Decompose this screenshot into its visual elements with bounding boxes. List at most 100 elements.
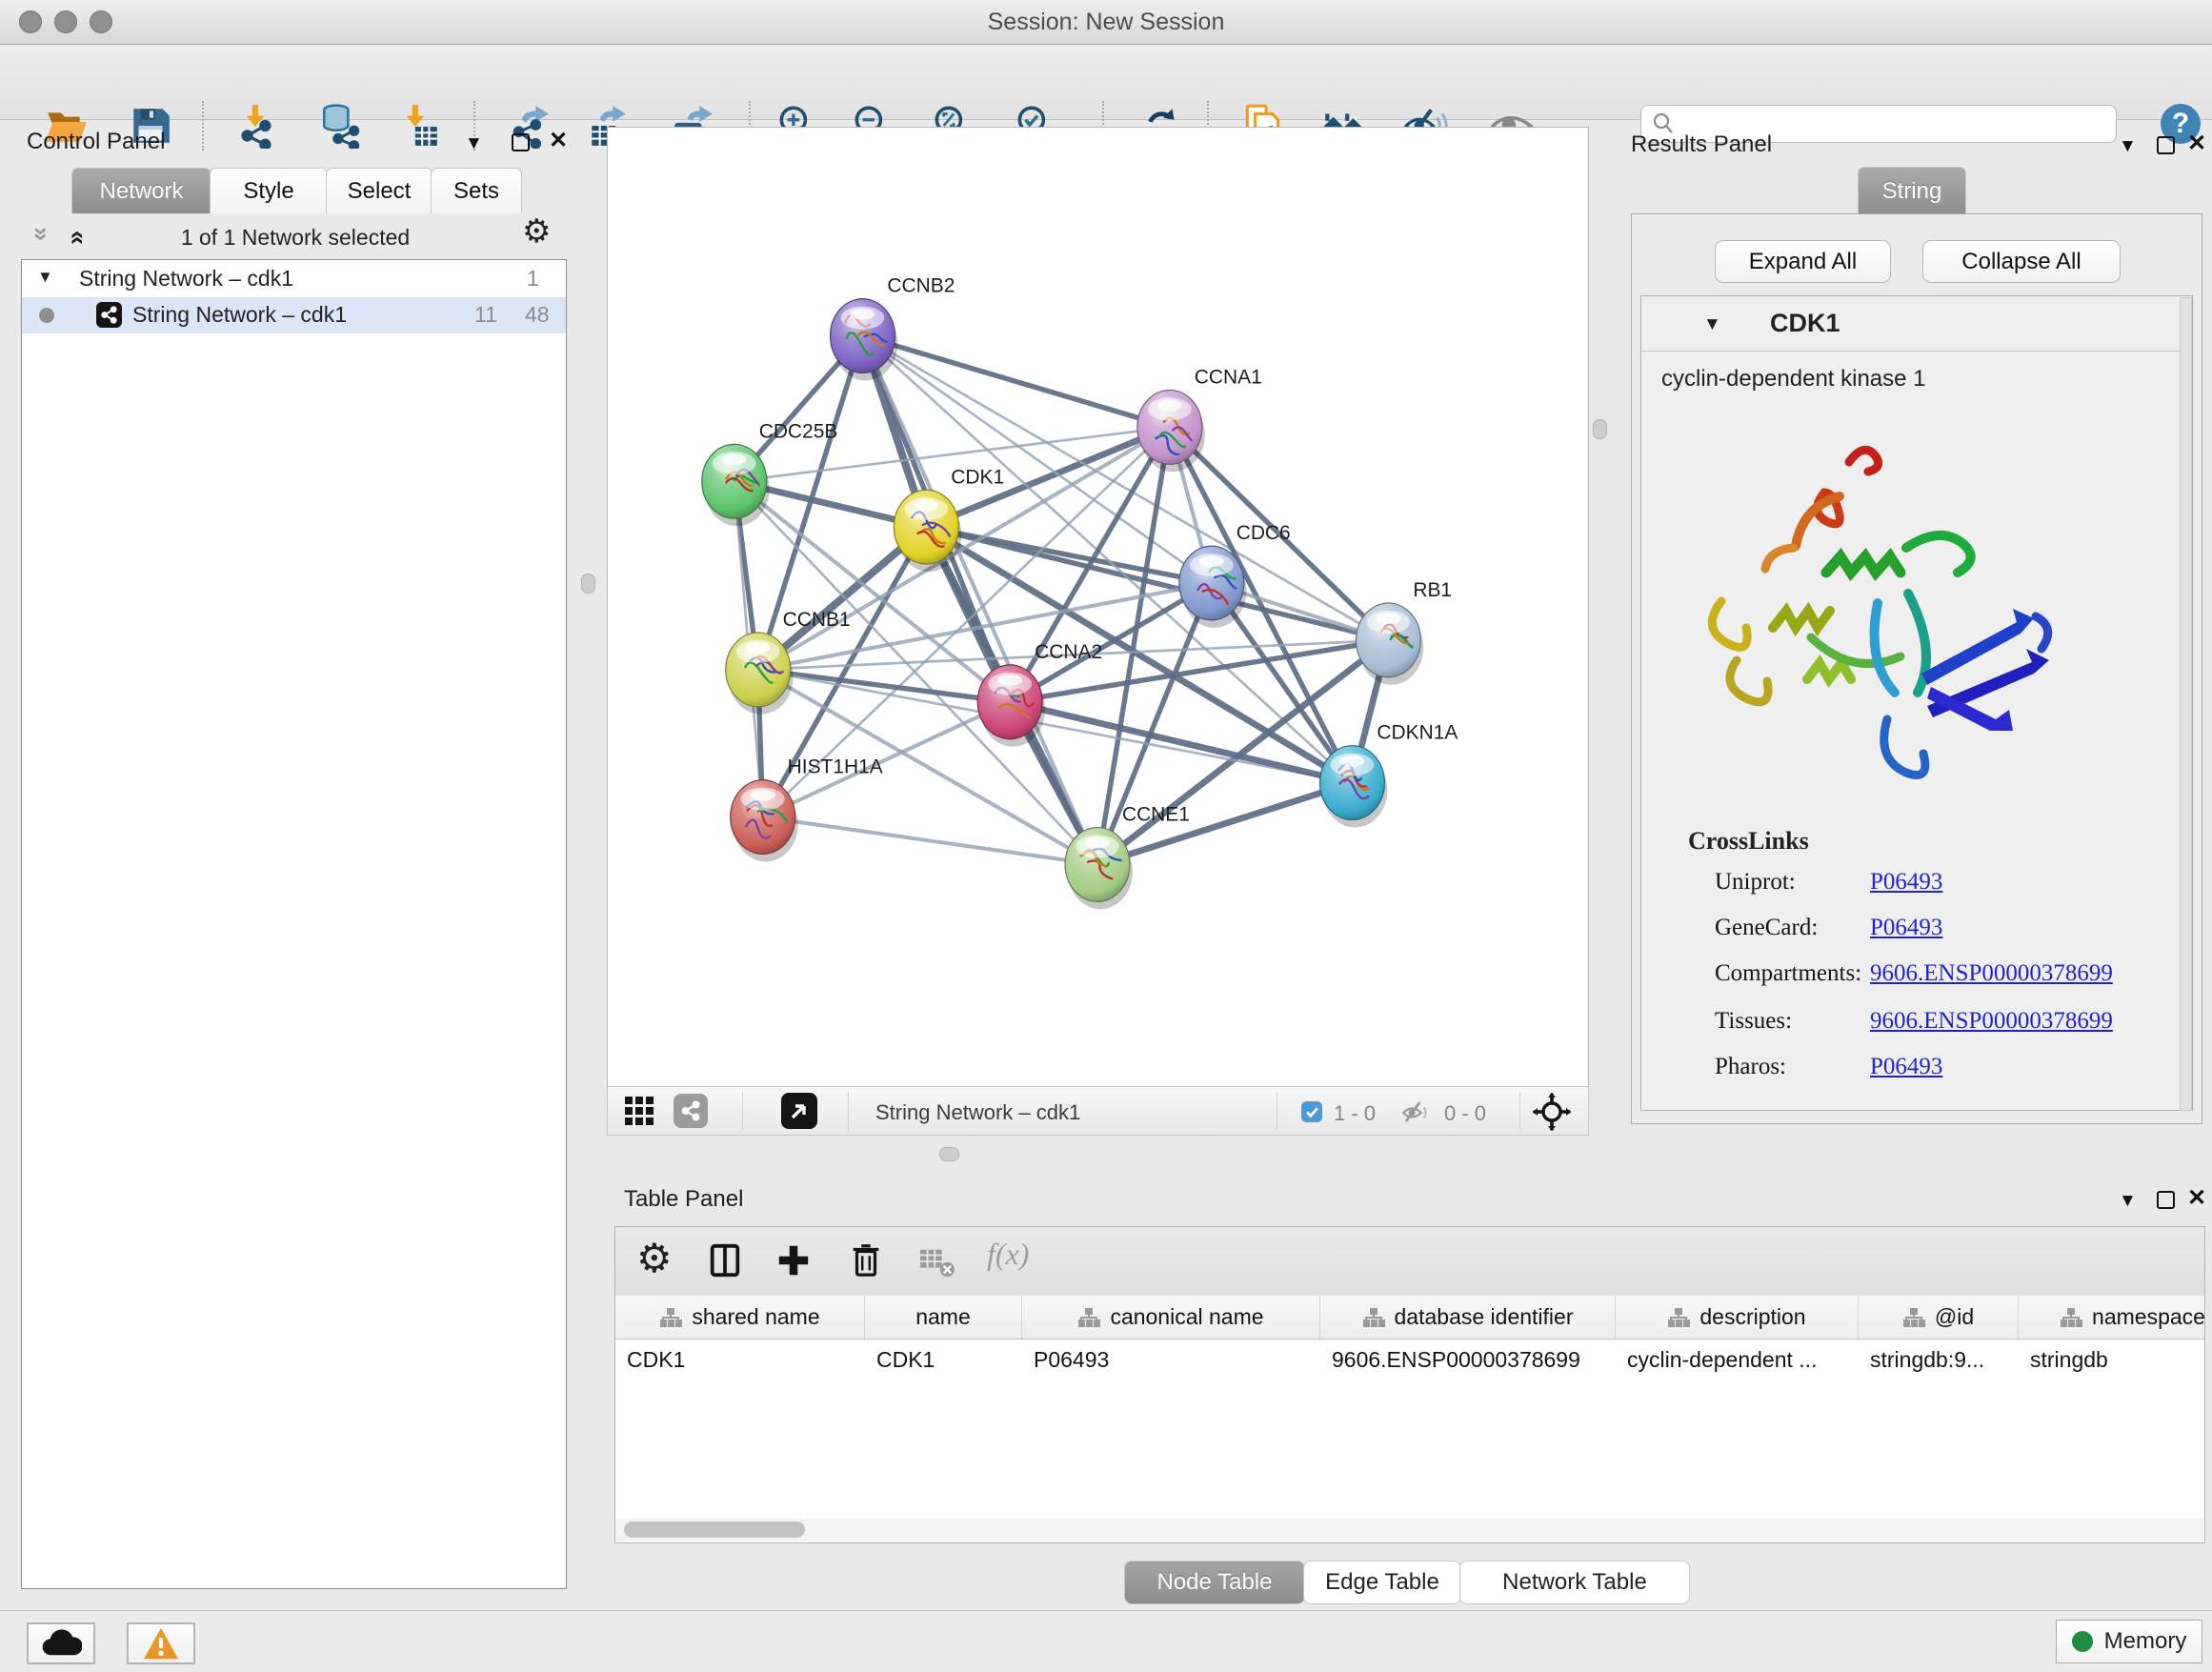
- tab-network-table[interactable]: Network Table: [1459, 1561, 1690, 1604]
- delete-table-icon[interactable]: [918, 1246, 956, 1283]
- column-tree-icon: [1667, 1307, 1690, 1328]
- column-tree-icon: [1077, 1307, 1100, 1328]
- crosslink-uniprot-link[interactable]: P06493: [1870, 869, 1942, 896]
- collection-count: 1: [527, 266, 539, 292]
- network-tree-row-selected[interactable]: String Network – cdk1 11 48: [22, 297, 566, 333]
- cell-description[interactable]: cyclin-dependent ...: [1616, 1340, 1859, 1380]
- network-node-CCNE1[interactable]: CCNE1: [1065, 804, 1190, 910]
- cell-canonical-name[interactable]: P06493: [1022, 1340, 1320, 1380]
- cell-shared-name[interactable]: CDK1: [615, 1340, 865, 1380]
- import-network-button[interactable]: [231, 99, 284, 152]
- tab-string[interactable]: String: [1858, 167, 1966, 215]
- results-panel-float-icon[interactable]: [2157, 136, 2175, 154]
- import-network-from-database-button[interactable]: [313, 99, 367, 152]
- column-tree-icon: [2060, 1307, 2082, 1328]
- crosslink-genecard-link[interactable]: P06493: [1870, 915, 1942, 941]
- column-header-name[interactable]: name: [865, 1296, 1022, 1339]
- import-table-button[interactable]: [392, 99, 445, 152]
- create-column-icon[interactable]: [775, 1242, 812, 1283]
- crosslink-label: Tissues:: [1715, 1008, 1792, 1035]
- cell-name[interactable]: CDK1: [865, 1340, 1022, 1380]
- crosslink-compartments-link[interactable]: 9606.ENSP00000378699: [1870, 960, 2113, 987]
- results-panel-title: Results Panel: [1631, 131, 1772, 158]
- tab-node-table[interactable]: Node Table: [1124, 1561, 1305, 1604]
- delete-column-trash-icon[interactable]: [848, 1240, 884, 1283]
- node-label: RB1: [1413, 579, 1452, 601]
- node-label: CCNE1: [1122, 804, 1190, 826]
- cell-database-identifier[interactable]: 9606.ENSP00000378699: [1320, 1340, 1616, 1380]
- show-columns-icon[interactable]: [707, 1242, 743, 1283]
- cell-at-id[interactable]: stringdb:9...: [1859, 1340, 2019, 1380]
- crosslink-tissues-link[interactable]: 9606.ENSP00000378699: [1870, 1008, 2113, 1035]
- network-item-label[interactable]: String Network – cdk1: [132, 302, 347, 328]
- network-options-gear-icon[interactable]: ⚙: [522, 215, 551, 248]
- crosslink-pharos-link[interactable]: P06493: [1870, 1054, 1942, 1080]
- column-header-at-id[interactable]: @id: [1859, 1296, 2019, 1339]
- control-panel-close-icon[interactable]: ✕: [549, 127, 568, 154]
- network-node-HIST1H1A[interactable]: HIST1H1A: [731, 756, 883, 862]
- cloud-services-button[interactable]: [27, 1622, 95, 1664]
- node-label: CCNA1: [1195, 366, 1262, 388]
- column-header-description[interactable]: description: [1616, 1296, 1859, 1339]
- card-collapse-arrow-icon[interactable]: ▼: [1703, 314, 1721, 335]
- detach-view-icon[interactable]: [781, 1093, 817, 1129]
- column-header-namespace[interactable]: namespace: [2019, 1296, 2205, 1339]
- birds-eye-view-icon[interactable]: [1532, 1092, 1572, 1137]
- right-splitter-handle[interactable]: [1593, 419, 1607, 439]
- hidden-eye-slash-icon[interactable]: [1400, 1098, 1433, 1133]
- warnings-button[interactable]: [127, 1622, 195, 1664]
- results-scrollbar[interactable]: [2180, 297, 2192, 1111]
- tab-network[interactable]: Network: [71, 168, 211, 213]
- cell-namespace[interactable]: stringdb: [2019, 1340, 2205, 1380]
- table-hscrollbar-thumb[interactable]: [624, 1521, 805, 1538]
- table-panel-close-icon[interactable]: ✕: [2187, 1184, 2206, 1212]
- memory-button[interactable]: Memory: [2056, 1620, 2202, 1663]
- crosslink-label: Uniprot:: [1715, 869, 1796, 896]
- bottom-splitter-handle[interactable]: [939, 1147, 959, 1161]
- table-row[interactable]: CDK1 CDK1 P06493 9606.ENSP00000378699 cy…: [615, 1340, 2205, 1380]
- current-network-name: String Network – cdk1: [875, 1100, 1080, 1125]
- left-splitter-handle[interactable]: [581, 574, 595, 594]
- network-node-CDKN1A[interactable]: CDKN1A: [1320, 722, 1458, 828]
- grid-view-icon[interactable]: [624, 1096, 654, 1131]
- table-hscrollbar[interactable]: [615, 1519, 2203, 1541]
- function-builder-button[interactable]: f(x): [987, 1237, 1029, 1272]
- column-header-canonical-name[interactable]: canonical name: [1022, 1296, 1320, 1339]
- network-graph[interactable]: CCNB2CCNA1CDC25BCDK1CDC6RB1CCNB1CCNA2CDK…: [608, 128, 1588, 1085]
- collapse-all-button[interactable]: Collapse All: [1922, 240, 2121, 283]
- table-panel-menu-arrow-icon[interactable]: ▼: [2119, 1191, 2137, 1212]
- tab-style[interactable]: Style: [210, 168, 328, 213]
- column-header-database-identifier[interactable]: database identifier: [1320, 1296, 1616, 1339]
- card-divider: [1641, 351, 2192, 352]
- table-panel-float-icon[interactable]: [2157, 1191, 2175, 1209]
- results-panel-close-icon[interactable]: ✕: [2187, 130, 2206, 157]
- network-canvas[interactable]: CCNB2CCNA1CDC25BCDK1CDC6RB1CCNB1CCNA2CDK…: [607, 127, 1589, 1086]
- network-status-dot-icon: [39, 308, 54, 323]
- card-gene-title: CDK1: [1770, 309, 1840, 338]
- network-tree: ▼ String Network – cdk1 1: [21, 259, 567, 1589]
- network-type-icon: [96, 302, 122, 328]
- card-gene-description: cyclin-dependent kinase 1: [1661, 366, 1926, 393]
- warning-icon: [142, 1626, 180, 1661]
- selected-checkbox-icon[interactable]: [1301, 1101, 1322, 1122]
- network-share-icon[interactable]: [674, 1094, 708, 1128]
- control-panel-float-icon[interactable]: [512, 133, 530, 151]
- table-options-gear-icon[interactable]: ⚙: [636, 1239, 673, 1279]
- memory-label: Memory: [2104, 1628, 2187, 1655]
- collapse-all-networks-icon[interactable]: »: [61, 231, 90, 245]
- results-panel-menu-arrow-icon[interactable]: ▼: [2119, 136, 2137, 157]
- network-node-RB1[interactable]: RB1: [1356, 579, 1452, 685]
- tab-edge-table[interactable]: Edge Table: [1303, 1561, 1461, 1604]
- column-header-shared-name[interactable]: shared name: [615, 1296, 865, 1339]
- table-panel-title: Table Panel: [624, 1186, 743, 1213]
- node-label: CCNB1: [783, 609, 851, 631]
- network-collection-label[interactable]: String Network – cdk1: [79, 266, 293, 292]
- expand-all-networks-icon[interactable]: »: [27, 227, 56, 241]
- tab-select[interactable]: Select: [326, 168, 432, 213]
- tree-expand-arrow-icon[interactable]: ▼: [37, 268, 53, 287]
- expand-all-button[interactable]: Expand All: [1715, 240, 1891, 283]
- control-panel-menu-arrow-icon[interactable]: ▼: [465, 133, 483, 154]
- tab-sets[interactable]: Sets: [431, 168, 522, 213]
- control-panel-title: Control Panel: [27, 129, 165, 155]
- crosslink-label: Compartments:: [1715, 960, 1861, 987]
